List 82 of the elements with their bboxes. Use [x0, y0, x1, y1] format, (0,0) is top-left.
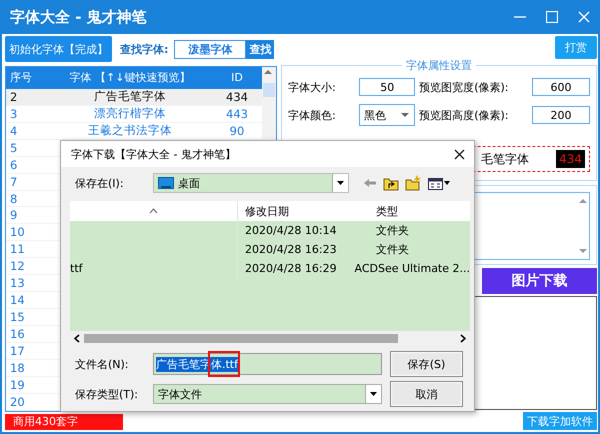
- font-name: 漂亮行楷字体: [94, 106, 166, 120]
- field-label: 预览图宽度(像素):: [419, 80, 510, 94]
- search-field[interactable]: 泼墨字体: [174, 40, 246, 58]
- save-button[interactable]: 保存(S): [390, 351, 463, 377]
- font-id: 90: [230, 124, 244, 138]
- number-field[interactable]: 50: [359, 78, 416, 96]
- font-name: 王羲之书法字体: [88, 123, 172, 138]
- file-type: 文件夹: [375, 223, 410, 238]
- field-label: 保存类型(T):: [75, 386, 140, 402]
- row-number: 14: [9, 293, 26, 308]
- maximize-icon[interactable]: [546, 11, 558, 23]
- view-menu-icon[interactable]: [428, 176, 450, 190]
- row-number: 15: [9, 310, 26, 324]
- column-header: ID: [230, 71, 244, 84]
- search-button[interactable]: 查找: [246, 40, 274, 58]
- column-header: 序号: [9, 70, 33, 86]
- cancel-button[interactable]: 取消: [390, 381, 463, 407]
- field-label: 字体颜色:: [288, 108, 337, 122]
- row-number: 18: [9, 361, 26, 376]
- file-type: ACDSee Ultimate 2...: [354, 262, 470, 275]
- row-number: 5: [9, 140, 18, 155]
- row-number: 6: [9, 158, 18, 172]
- dropdown-arrow-icon: [369, 391, 378, 397]
- window-title: 字体大全 - 鬼才神笔: [10, 8, 147, 26]
- row-number: 19: [9, 378, 26, 392]
- file-name: ttf: [70, 262, 82, 275]
- column-header[interactable]: 类型: [370, 204, 470, 218]
- back-arrow-icon[interactable]: [363, 177, 377, 189]
- row-number: 16: [9, 327, 26, 342]
- close-icon[interactable]: [453, 148, 466, 160]
- list-row[interactable]: 3 漂亮行楷字体 443: [6, 106, 262, 123]
- search-label: 查找字体:: [120, 42, 168, 56]
- location-dropdown[interactable]: 桌面: [153, 173, 349, 193]
- row-number: 2: [9, 90, 18, 104]
- row-number: 4: [9, 124, 18, 138]
- scroll-thumb[interactable]: [263, 83, 275, 97]
- file-date: 2020/4/28 10:14: [245, 224, 337, 237]
- image-download-button[interactable]: 图片下载: [482, 268, 597, 294]
- folder-up-icon[interactable]: [383, 176, 399, 190]
- list-row[interactable]: 2 广告毛笔字体 434: [6, 88, 262, 106]
- scroll-right-icon[interactable]: [460, 334, 466, 342]
- preview-id: 434: [556, 150, 585, 168]
- row-number: 3: [9, 106, 18, 121]
- init-button[interactable]: 初始化字体【完成】: [5, 36, 112, 62]
- desktop-icon: [158, 176, 174, 190]
- row-number: 9: [9, 208, 18, 222]
- file-type: 文件夹: [375, 242, 410, 257]
- dropdown-arrow-icon: [336, 180, 345, 186]
- row-number: 10: [9, 225, 26, 240]
- scroll-left-icon[interactable]: [74, 334, 80, 342]
- group-title: 字体属性设置: [402, 59, 476, 72]
- row-number: 13: [9, 276, 26, 290]
- row-number: 17: [9, 344, 26, 358]
- sort-caret-icon[interactable]: [149, 208, 158, 214]
- field-label: 字体大小:: [288, 80, 337, 94]
- column-header: 字体 【↑↓键快速预览】: [68, 70, 192, 86]
- file-date: 2020/4/28 16:29: [245, 262, 337, 275]
- number-field[interactable]: 200: [532, 106, 590, 124]
- preview-text: 毛笔字体: [481, 150, 529, 168]
- font-id: 443: [226, 106, 248, 121]
- row-number: 20: [9, 395, 26, 410]
- row-number: 8: [9, 192, 18, 206]
- column-header[interactable]: 修改日期: [237, 201, 370, 221]
- font-id: 434: [226, 90, 248, 104]
- new-folder-icon[interactable]: [405, 175, 422, 191]
- field-label: 文件名(N):: [75, 356, 130, 372]
- field-label: 保存在(I):: [75, 176, 125, 190]
- filetype-dropdown[interactable]: 字体文件: [153, 384, 382, 404]
- row-number: 12: [9, 259, 26, 274]
- promo-banner[interactable]: 商用430套字: [5, 414, 123, 430]
- file-date: 2020/4/28 16:23: [245, 243, 337, 256]
- color-dropdown[interactable]: 黑色: [359, 104, 416, 126]
- dialog-title: 字体下载【字体大全 - 鬼才神笔】: [71, 146, 236, 162]
- scroll-up-icon[interactable]: [262, 67, 274, 77]
- number-field[interactable]: 600: [532, 78, 590, 96]
- scroll-down-icon[interactable]: [577, 247, 589, 255]
- font-name: 广告毛笔字体: [94, 89, 166, 104]
- dropdown-arrow-icon: [400, 112, 410, 118]
- row-number: 11: [9, 242, 26, 256]
- field-label: 预览图高度(像素):: [419, 108, 510, 122]
- row-number: 7: [9, 174, 18, 189]
- scroll-up-icon[interactable]: [577, 197, 589, 205]
